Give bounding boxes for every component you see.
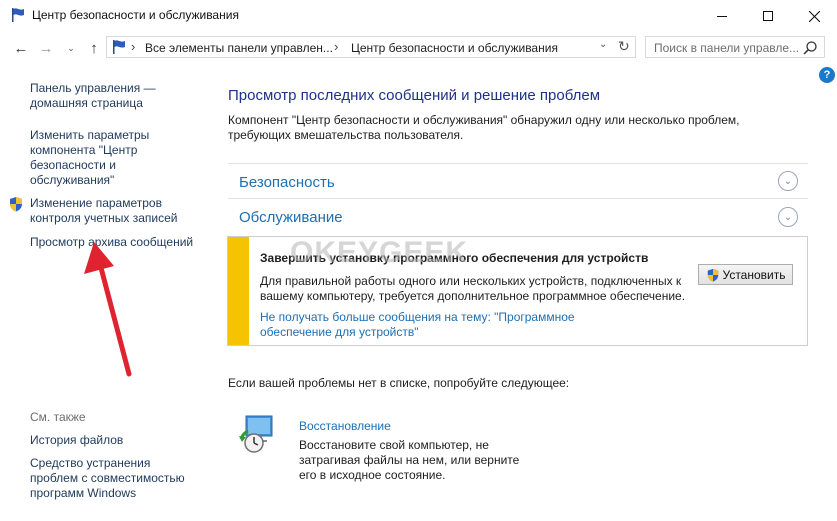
breadcrumb-security-center[interactable]: Центр безопасности и обслуживания: [351, 41, 558, 55]
search-input[interactable]: Поиск в панели управле...: [645, 36, 825, 58]
annotation-arrow-icon: [84, 242, 132, 377]
page-description: Компонент "Центр безопасности и обслужив…: [228, 113, 740, 142]
try-following-text: Если вашей проблемы нет в списке, попроб…: [228, 376, 570, 390]
uac-shield-icon: [707, 268, 718, 282]
sidebar-item-home[interactable]: Панель управления — домашняя страница: [30, 81, 190, 111]
see-also-label: См. также: [30, 410, 86, 424]
sidebar-item-change-settings[interactable]: Изменить параметры компонента "Центр без…: [30, 128, 190, 188]
alert-severity-bar: [228, 237, 249, 345]
up-arrow-icon: ↑: [90, 39, 98, 57]
refresh-icon[interactable]: ↻: [618, 38, 630, 55]
sidebar-item-uac[interactable]: Изменение параметров контроля учетных за…: [30, 196, 200, 226]
maximize-icon: [763, 11, 773, 21]
flag-icon: [12, 8, 24, 22]
window-title: Центр безопасности и обслуживания: [32, 8, 239, 22]
close-icon: [808, 10, 820, 22]
install-button-label: Установить: [722, 267, 786, 282]
search-icon[interactable]: [802, 40, 818, 56]
minimize-icon: [717, 15, 727, 17]
forward-button[interactable]: →: [36, 37, 56, 59]
address-dropdown-icon[interactable]: ⌄: [599, 39, 607, 50]
title-bar: Центр безопасности и обслуживания: [0, 0, 837, 32]
recovery-link[interactable]: Восстановление: [299, 419, 391, 433]
divider: [228, 163, 808, 164]
flag-icon: [113, 40, 125, 54]
page-title: Просмотр последних сообщений и решение п…: [228, 87, 601, 104]
help-icon[interactable]: ?: [819, 67, 835, 83]
maximize-button[interactable]: [745, 0, 791, 32]
install-button[interactable]: Установить: [698, 264, 793, 285]
recovery-icon[interactable]: [238, 412, 274, 454]
address-bar[interactable]: › Все элементы панели управлен... › Цент…: [106, 36, 636, 58]
alert-body: Для правильной работы одного или несколь…: [260, 274, 686, 303]
back-arrow-icon: ←: [13, 39, 29, 57]
forward-arrow-icon: →: [38, 39, 54, 57]
up-button[interactable]: ↑: [84, 37, 104, 59]
section-security[interactable]: Безопасность: [239, 174, 335, 191]
recovery-description: Восстановите свой компьютер, не затрагив…: [299, 438, 520, 482]
divider: [228, 198, 808, 199]
close-button[interactable]: [791, 0, 837, 32]
dont-show-again-link[interactable]: Не получать больше сообщения на тему: "П…: [260, 310, 620, 340]
sidebar-item-compat-troubleshooter[interactable]: Средство устранения проблем с совместимо…: [30, 456, 200, 501]
sidebar-item-file-history[interactable]: История файлов: [30, 433, 123, 448]
search-placeholder: Поиск в панели управле...: [654, 41, 800, 55]
back-button[interactable]: ←: [11, 37, 31, 59]
breadcrumb-separator[interactable]: ›: [131, 39, 135, 54]
breadcrumb-all-items[interactable]: Все элементы панели управлен...: [145, 41, 333, 55]
section-maintenance[interactable]: Обслуживание: [239, 209, 343, 226]
breadcrumb-separator[interactable]: ›: [334, 39, 338, 54]
uac-shield-icon: [10, 197, 22, 212]
chevron-down-icon[interactable]: ⌄: [778, 171, 798, 191]
watermark: OKEYGEEK: [290, 236, 469, 269]
chevron-down-icon: ⌄: [67, 42, 75, 53]
chevron-down-icon[interactable]: ⌄: [778, 207, 798, 227]
recent-locations-button[interactable]: ⌄: [61, 37, 81, 59]
minimize-button[interactable]: [699, 0, 745, 32]
